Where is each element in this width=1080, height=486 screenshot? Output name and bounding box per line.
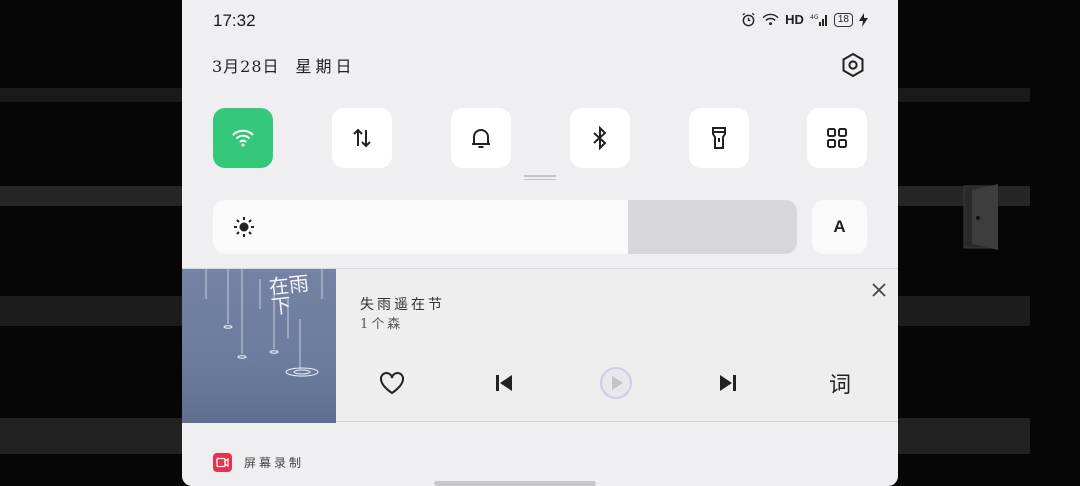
brightness-fill: [213, 200, 628, 254]
close-media-button[interactable]: [868, 279, 890, 301]
song-artist: 1个森: [360, 317, 404, 332]
notification-shade: 17:32 HD 4G 18 3月28日 星期日 A 在雨下 词 失雨遥在节 1…: [182, 0, 898, 486]
like-button[interactable]: [372, 363, 412, 403]
next-icon: [720, 375, 736, 391]
svg-text:4G: 4G: [810, 14, 819, 21]
date-display: 3月28日 星期日: [212, 53, 356, 77]
more-toggles-button[interactable]: [807, 108, 867, 168]
data-arrows-icon: [353, 128, 371, 148]
status-icons: HD 4G 18: [741, 12, 868, 27]
hd-indicator: HD: [785, 12, 804, 27]
wifi-icon: [232, 129, 254, 147]
gesture-bar[interactable]: [434, 481, 596, 486]
flashlight-toggle[interactable]: [689, 108, 749, 168]
bluetooth-icon: [593, 126, 607, 150]
screen: 17:32 HD 4G 18 3月28日 星期日 A 在雨下 词 失雨遥在节 1…: [0, 0, 1080, 486]
date-text: 3月28日: [212, 57, 280, 76]
screen-record-notification[interactable]: 屏幕录制: [213, 453, 304, 472]
charging-icon: [859, 12, 868, 27]
previous-icon: [496, 375, 512, 391]
expand-handle[interactable]: [524, 175, 556, 180]
play-button[interactable]: [596, 363, 636, 403]
wifi-signal-icon: [762, 13, 779, 26]
bell-icon: [472, 129, 490, 148]
battery-icon: 18: [833, 12, 853, 27]
weekday-text: 星期日: [295, 57, 356, 76]
screen-record-icon: [213, 453, 232, 472]
mobile-data-toggle[interactable]: [332, 108, 392, 168]
song-title: 失雨遥在节: [360, 297, 445, 313]
wifi-toggle[interactable]: [213, 108, 273, 168]
media-player: 在雨下 词: [182, 268, 898, 423]
quick-toggles: [213, 108, 867, 168]
flashlight-icon: [712, 127, 726, 149]
brightness-slider[interactable]: [213, 200, 797, 254]
cellular-signal-icon: 4G: [810, 14, 827, 26]
album-title-art: 在雨下: [267, 271, 311, 319]
status-time: 17:32: [213, 11, 256, 30]
play-icon: [600, 367, 632, 399]
previous-button[interactable]: [484, 363, 524, 403]
settings-button[interactable]: [838, 50, 868, 80]
grid-icon: [827, 128, 847, 148]
bluetooth-toggle[interactable]: [570, 108, 630, 168]
auto-brightness-button[interactable]: A: [812, 200, 867, 254]
door-icon: [963, 184, 998, 250]
album-rain-art: [205, 269, 323, 377]
album-art: 在雨下: [182, 269, 336, 423]
next-button[interactable]: [708, 363, 748, 403]
sound-toggle[interactable]: [451, 108, 511, 168]
alarm-icon: [742, 12, 755, 27]
close-icon: [872, 283, 886, 297]
lyrics-button[interactable]: 词: [820, 363, 860, 403]
notification-label: 屏幕录制: [244, 456, 305, 470]
gear-icon: [842, 52, 864, 78]
brightness-icon: [234, 217, 254, 237]
heart-icon: [380, 372, 404, 395]
